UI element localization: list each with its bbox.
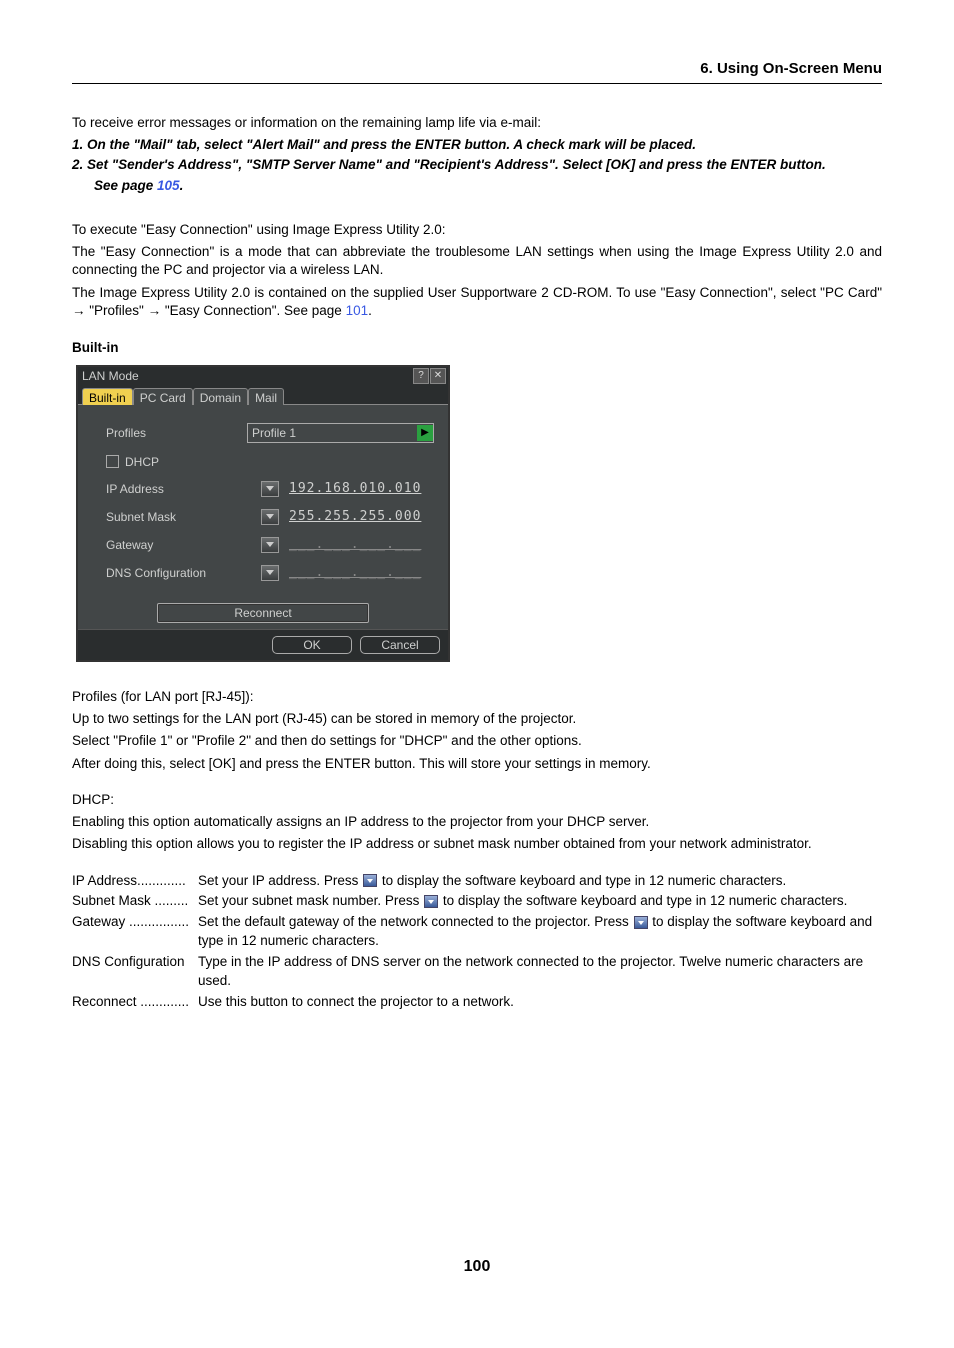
def-gateway-text: Set the default gateway of the network c… [198,913,882,951]
ip-label: IP Address [106,482,261,496]
row-profiles: Profiles Profile 1 ▶ [92,423,434,443]
def-dns-term: DNS Configuration [72,953,198,991]
dhcp-h: DHCP: [72,791,882,809]
tab-domain[interactable]: Domain [193,388,248,405]
easy-p3-post: . [368,303,372,318]
dns-label: DNS Configuration [106,566,261,580]
row-ip: IP Address 192.168.010.010 [92,481,434,497]
lan-mode-dialog: LAN Mode ? ✕ Built-in PC Card Domain Mai… [76,365,450,662]
see-page-suffix: . [180,178,184,193]
gateway-label: Gateway [106,538,261,552]
easy-p3: The Image Express Utility 2.0 is contain… [72,284,882,320]
keyboard-icon [424,895,438,908]
ip-value[interactable]: 192.168.010.010 [289,481,421,496]
dhcp-p1: Enabling this option automatically assig… [72,813,882,831]
def-subnet: Subnet Mask ......... Set your subnet ma… [72,892,882,911]
keyboard-icon [634,916,648,929]
profiles-p3: After doing this, select [OK] and press … [72,755,882,773]
dhcp-label: DHCP [125,455,159,469]
profiles-p1: Up to two settings for the LAN port (RJ-… [72,710,882,728]
close-icon[interactable]: ✕ [430,368,446,384]
see-page-link[interactable]: 105 [157,178,180,193]
dns-value[interactable]: ___.___.___.___ [289,565,421,580]
keyboard-icon[interactable] [261,537,279,553]
def-gateway: Gateway ................ Set the default… [72,913,882,951]
profiles-block: Profiles (for LAN port [RJ-45]): Up to t… [72,688,882,773]
keyboard-icon[interactable] [261,509,279,525]
cancel-button[interactable]: Cancel [360,636,440,654]
dialog-screenshot: LAN Mode ? ✕ Built-in PC Card Domain Mai… [76,365,882,662]
keyboard-icon[interactable] [261,565,279,581]
gateway-value[interactable]: ___.___.___.___ [289,537,421,552]
see-page-prefix: See page [94,178,157,193]
dialog-titlebar: LAN Mode ? ✕ [78,367,448,385]
section-header: 6. Using On-Screen Menu [72,60,882,84]
row-dhcp: DHCP [92,455,434,469]
dhcp-block: DHCP: Enabling this option automatically… [72,791,882,854]
easy-p2: The "Easy Connection" is a mode that can… [72,243,882,279]
keyboard-icon [363,874,377,887]
dialog-body: Profiles Profile 1 ▶ DHCP IP Address 192… [78,404,448,629]
row-subnet: Subnet Mask 255.255.255.000 [92,509,434,525]
easy-p3-link[interactable]: 101 [346,303,369,318]
ok-button[interactable]: OK [272,636,352,654]
email-intro: To receive error messages or information… [72,114,882,195]
page: 6. Using On-Screen Menu To receive error… [0,0,954,1300]
easy-p3-pre: The Image Express Utility 2.0 is contain… [72,285,882,318]
easy-connection-block: To execute "Easy Connection" using Image… [72,221,882,320]
def-gateway-term: Gateway ................ [72,913,198,951]
easy-p1: To execute "Easy Connection" using Image… [72,221,882,239]
chevron-right-icon: ▶ [417,425,433,441]
dialog-footer: OK Cancel [78,629,448,660]
def-dns: DNS Configuration Type in the IP address… [72,953,882,991]
intro-lead: To receive error messages or information… [72,114,882,132]
definitions: IP Address............. Set your IP addr… [72,872,882,1012]
dialog-tabs: Built-in PC Card Domain Mail [78,385,448,404]
row-dns: DNS Configuration ___.___.___.___ [92,565,434,581]
def-dns-text: Type in the IP address of DNS server on … [198,953,882,991]
keyboard-icon[interactable] [261,481,279,497]
def-ip-text: Set your IP address. Press to display th… [198,872,882,891]
tab-pccard[interactable]: PC Card [133,388,193,405]
def-reconnect-term: Reconnect ............. [72,993,198,1012]
def-ip-term: IP Address............. [72,872,198,891]
intro-step-2: 2. Set "Sender's Address", "SMTP Server … [72,156,882,174]
builtin-heading: Built-in [72,340,882,355]
def-subnet-text: Set your subnet mask number. Press to di… [198,892,882,911]
reconnect-button[interactable]: Reconnect [157,603,369,623]
dialog-title: LAN Mode [82,369,413,383]
profiles-select[interactable]: Profile 1 ▶ [247,423,434,443]
help-icon[interactable]: ? [413,368,429,384]
intro-step-1: 1. On the "Mail" tab, select "Alert Mail… [72,136,882,154]
subnet-label: Subnet Mask [106,510,261,524]
profiles-h: Profiles (for LAN port [RJ-45]): [72,688,882,706]
def-reconnect-text: Use this button to connect the projector… [198,993,882,1012]
see-page: See page 105. [94,177,882,195]
profiles-value: Profile 1 [248,426,417,440]
def-subnet-term: Subnet Mask ......... [72,892,198,911]
row-gateway: Gateway ___.___.___.___ [92,537,434,553]
title-icons: ? ✕ [413,368,446,384]
tab-mail[interactable]: Mail [248,388,284,405]
subnet-value[interactable]: 255.255.255.000 [289,509,421,524]
dhcp-checkbox[interactable] [106,455,119,468]
def-reconnect: Reconnect ............. Use this button … [72,993,882,1012]
page-number: 100 [0,1258,954,1276]
profiles-label: Profiles [106,426,247,440]
dhcp-p2: Disabling this option allows you to regi… [72,835,882,853]
def-ip: IP Address............. Set your IP addr… [72,872,882,891]
tab-builtin[interactable]: Built-in [82,388,133,405]
profiles-p2: Select "Profile 1" or "Profile 2" and th… [72,732,882,750]
intro-steps: 1. On the "Mail" tab, select "Alert Mail… [72,136,882,174]
